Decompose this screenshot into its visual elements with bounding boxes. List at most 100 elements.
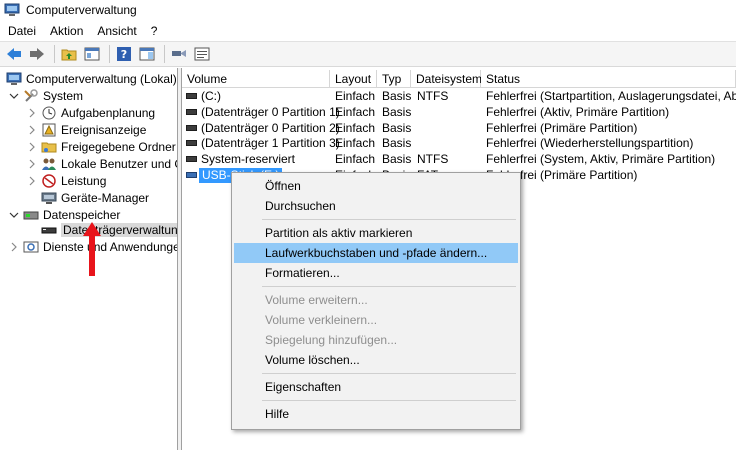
- menu-item-laufwerkbuchstaben-aendern[interactable]: Laufwerkbuchstaben und -pfade ändern...: [234, 243, 518, 263]
- connect-button[interactable]: [169, 44, 189, 64]
- volume-name: (Datenträger 1 Partition 3): [201, 136, 340, 150]
- forward-button[interactable]: [27, 44, 47, 64]
- tree-item-ereignisanzeige[interactable]: Ereignisanzeige: [26, 121, 146, 138]
- help-button[interactable]: ?: [114, 44, 134, 64]
- tree-label: Aufgabenplanung: [61, 105, 156, 120]
- column-header-volume[interactable]: Volume: [182, 70, 330, 88]
- console-tree-button[interactable]: [82, 44, 102, 64]
- tree-item-root[interactable]: Computerverwaltung (Lokal): [6, 70, 177, 87]
- tree-label: Leistung: [61, 173, 107, 188]
- volume-name: (Datenträger 0 Partition 2): [201, 121, 340, 135]
- show-hide-pane-button[interactable]: [137, 44, 157, 64]
- volume-filesystem: NTFS: [417, 89, 449, 103]
- menu-ansicht[interactable]: Ansicht: [91, 24, 142, 38]
- table-row[interactable]: (Datenträger 0 Partition 2) Einfach Basi…: [182, 121, 736, 136]
- disk-management-icon: [41, 223, 57, 237]
- volume-status: Fehlerfrei (Startpartition, Auslagerungs…: [486, 89, 736, 103]
- menu-item-partition-aktiv[interactable]: Partition als aktiv markieren: [234, 223, 518, 243]
- connect-icon: [172, 50, 186, 57]
- table-row[interactable]: System-reserviert Einfach Basis NTFS Feh…: [182, 152, 736, 167]
- volume-icon: [186, 156, 197, 162]
- volume-layout: Einfach: [335, 105, 376, 119]
- chevron-right-icon[interactable]: [26, 124, 38, 136]
- menu-item-oeffnen[interactable]: Öffnen: [234, 176, 518, 196]
- show-hide-pane-icon: [139, 47, 155, 61]
- folder-up-icon: [61, 49, 77, 61]
- toolbar-separator: [109, 45, 110, 63]
- toolbar-separator: [54, 45, 55, 63]
- menu-separator: [262, 219, 516, 220]
- volume-type: Basis: [382, 152, 412, 166]
- toolbar-separator: [164, 45, 165, 63]
- column-header-typ[interactable]: Typ: [377, 70, 411, 88]
- annotation-arrow-icon: [83, 222, 101, 276]
- volume-icon: [186, 125, 197, 131]
- tools-icon: [23, 88, 39, 103]
- users-icon: [41, 157, 57, 171]
- volume-filesystem: NTFS: [417, 152, 449, 166]
- menu-item-durchsuchen[interactable]: Durchsuchen: [234, 196, 518, 216]
- chevron-right-icon[interactable]: [8, 241, 20, 253]
- menu-item-volume-loeschen[interactable]: Volume löschen...: [234, 350, 518, 370]
- tree-item-leistung[interactable]: Leistung: [26, 172, 106, 189]
- menu-separator: [262, 373, 516, 374]
- table-row[interactable]: (Datenträger 0 Partition 1) Einfach Basi…: [182, 105, 736, 120]
- volume-status: Fehlerfrei (Primäre Partition): [486, 121, 638, 135]
- menu-item-formatieren[interactable]: Formatieren...: [234, 263, 518, 283]
- tree-label: Datenträgerverwaltung: [61, 222, 177, 237]
- table-row[interactable]: (C:) Einfach Basis NTFS Fehlerfrei (Star…: [182, 89, 736, 104]
- menu-separator: [262, 286, 516, 287]
- window-title: Computerverwaltung: [26, 3, 137, 17]
- console-tree-icon: [84, 47, 100, 61]
- tree-label: Computerverwaltung (Lokal): [26, 71, 177, 86]
- menu-item-eigenschaften[interactable]: Eigenschaften: [234, 377, 518, 397]
- tree-item-aufgabenplanung[interactable]: Aufgabenplanung: [26, 104, 155, 121]
- menu-datei[interactable]: Datei: [2, 24, 42, 38]
- back-button[interactable]: [4, 44, 24, 64]
- volume-type: Basis: [382, 136, 412, 150]
- volume-icon: [186, 140, 197, 146]
- device-manager-icon: [41, 191, 57, 205]
- clock-icon: [41, 106, 57, 120]
- tree-item-freigegebene-ordner[interactable]: Freigegebene Ordner: [26, 138, 176, 155]
- properties-icon: [194, 47, 210, 61]
- chevron-down-icon[interactable]: [8, 90, 20, 102]
- menu-item-hilfe[interactable]: Hilfe: [234, 404, 518, 424]
- volume-icon: [186, 109, 197, 115]
- chevron-right-icon[interactable]: [26, 141, 38, 153]
- volume-icon: [186, 93, 197, 99]
- column-header-layout[interactable]: Layout: [330, 70, 377, 88]
- chevron-right-icon[interactable]: [26, 175, 38, 187]
- volume-name: (C:): [201, 89, 221, 103]
- menu-help[interactable]: ?: [145, 24, 164, 38]
- chevron-right-icon[interactable]: [26, 158, 38, 170]
- up-button[interactable]: [59, 44, 79, 64]
- menu-aktion[interactable]: Aktion: [44, 24, 89, 38]
- tree-item-system[interactable]: System: [8, 87, 83, 104]
- services-icon: [23, 240, 39, 254]
- volume-layout: Einfach: [335, 121, 376, 135]
- table-row[interactable]: (Datenträger 1 Partition 3) Einfach Basi…: [182, 136, 736, 151]
- tree-item-lokale-benutzer[interactable]: Lokale Benutzer und Gruppen: [26, 155, 177, 172]
- toolbar: ?: [0, 41, 736, 67]
- volume-layout: Einfach: [335, 89, 376, 103]
- shared-folder-icon: [41, 140, 57, 154]
- chevron-down-icon[interactable]: [8, 209, 20, 221]
- column-header-dateisystem[interactable]: Dateisystem: [411, 70, 482, 88]
- properties-button[interactable]: [192, 44, 212, 64]
- tree-item-geraete-manager[interactable]: Geräte-Manager: [41, 189, 149, 206]
- menu-item-spiegelung-hinzufuegen: Spiegelung hinzufügen...: [265, 333, 398, 347]
- volume-icon: [186, 172, 197, 178]
- title-bar: Computerverwaltung: [0, 0, 736, 20]
- volume-type: Basis: [382, 121, 412, 135]
- computer-management-icon: [4, 3, 20, 16]
- menu-bar: Datei Aktion Ansicht ?: [0, 20, 736, 41]
- chevron-right-icon[interactable]: [26, 107, 38, 119]
- volume-name: (Datenträger 0 Partition 1): [201, 105, 340, 119]
- column-header-status[interactable]: Status: [481, 70, 736, 88]
- menu-item-volume-verkleinern: Volume verkleinern...: [265, 313, 378, 327]
- tree-label: Dienste und Anwendungen: [43, 239, 178, 254]
- tree-item-datentraegerverwaltung[interactable]: Datenträgerverwaltung: [41, 221, 177, 238]
- volume-layout: Einfach: [335, 152, 376, 166]
- volume-status: Fehlerfrei (Wiederherstellungspartition): [486, 136, 694, 150]
